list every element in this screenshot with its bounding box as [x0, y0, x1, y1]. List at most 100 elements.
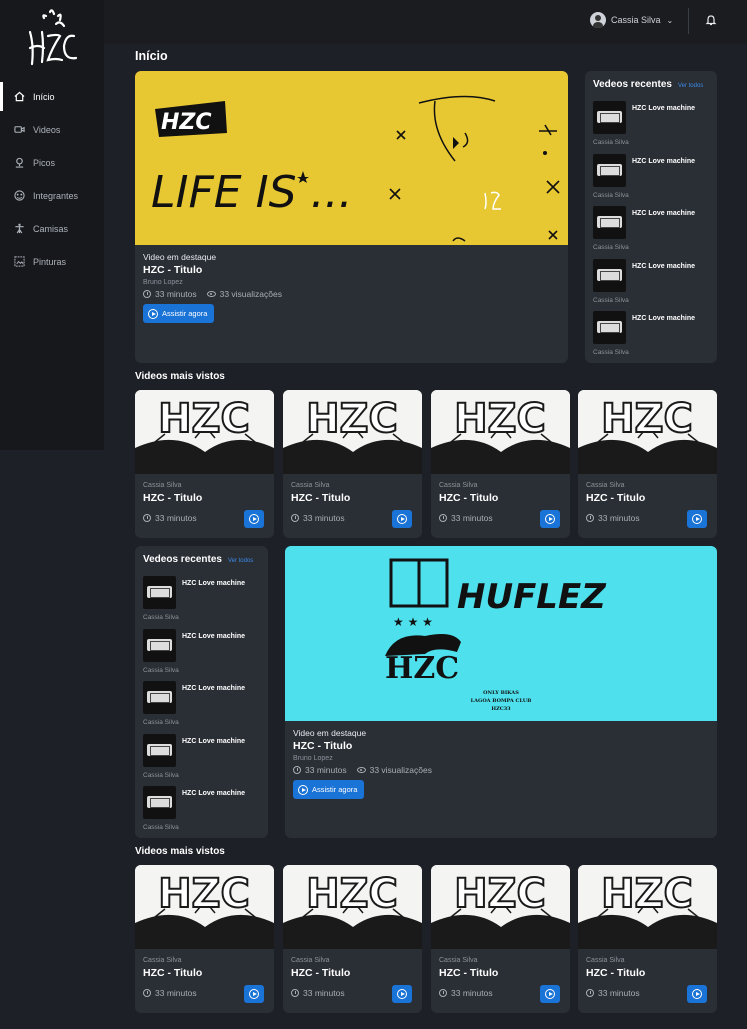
eye-icon — [356, 767, 366, 773]
clock-icon — [439, 989, 447, 997]
image-caption: ONLY BIKAS — [483, 690, 519, 696]
video-card[interactable]: HZC Cassia Silva HZC - Titulo 33 minutos — [431, 390, 570, 538]
video-thumbnail[interactable] — [593, 154, 626, 187]
nav-label: Picos — [33, 157, 56, 168]
video-thumbnail[interactable]: HZC — [431, 865, 570, 949]
video-thumbnail[interactable] — [143, 629, 176, 662]
video-thumbnail[interactable]: HZC — [578, 865, 717, 949]
recent-video-item[interactable]: HZC Love machine Cassia Silva — [593, 154, 713, 206]
recent-video-item[interactable]: HZC Love machine Cassia Silva — [593, 206, 713, 258]
play-button[interactable] — [244, 985, 264, 1003]
users-icon — [14, 190, 25, 201]
recent-video-item[interactable]: HZC Love machine Cassia Silva — [593, 101, 713, 153]
nav-item-picos[interactable]: Picos — [0, 146, 104, 179]
recent-video-item[interactable]: HZC Love machine Cassia Silva — [593, 311, 713, 363]
play-icon — [545, 514, 555, 524]
video-thumbnail[interactable]: HZC — [135, 390, 274, 474]
video-title[interactable]: HZC - Titulo — [586, 492, 645, 504]
chevron-down-icon: ⌄ — [666, 15, 674, 25]
nav-item-camisas[interactable]: Camisas — [0, 212, 104, 245]
clock-icon — [586, 989, 594, 997]
video-card[interactable]: HZC Cassia Silva HZC - Titulo 33 minutos — [578, 865, 717, 1013]
recent-video-item[interactable]: HZC Love machine Cassia Silva — [143, 786, 263, 838]
duration: 33 minutos — [598, 513, 640, 523]
video-thumbnail[interactable] — [143, 681, 176, 714]
featured-author: Bruno Lopez — [143, 279, 183, 286]
video-card[interactable]: HZC Cassia Silva HZC - Titulo 33 minutos — [283, 865, 422, 1013]
recent-video-item[interactable]: HZC Love machine Cassia Silva — [143, 629, 263, 681]
featured-video-thumbnail[interactable]: HUFLEZ ★ ★ ★ HZC ONLY BIKAS LAGOA BOMPA … — [285, 546, 717, 721]
thumbnail-text: HZC — [601, 871, 693, 917]
nav-item-inicio[interactable]: Início — [0, 80, 104, 113]
video-title[interactable]: HZC - Titulo — [439, 492, 498, 504]
recent-video-item[interactable]: HZC Love machine Cassia Silva — [593, 259, 713, 311]
video-thumbnail[interactable] — [593, 259, 626, 292]
video-title[interactable]: HZC - Titulo — [439, 967, 498, 979]
recent-video-title: HZC Love machine — [182, 790, 246, 797]
video-thumbnail[interactable] — [143, 734, 176, 767]
duration: 33 minutos — [155, 513, 197, 523]
video-card[interactable]: HZC Cassia Silva HZC - Titulo 33 minutos — [135, 865, 274, 1013]
play-button[interactable] — [540, 985, 560, 1003]
thumbnail-text: HZC — [306, 396, 398, 442]
video-title[interactable]: HZC - Titulo — [291, 492, 350, 504]
video-meta: 33 minutos — [439, 988, 493, 998]
video-thumbnail[interactable]: HZC — [283, 865, 422, 949]
featured-title[interactable]: HZC - Titulo — [293, 740, 432, 752]
clock-icon — [143, 989, 151, 997]
watch-now-button[interactable]: Assistir agora — [143, 304, 215, 323]
video-thumbnail[interactable]: HZC — [431, 390, 570, 474]
play-button[interactable] — [540, 510, 560, 528]
video-card[interactable]: HZC Cassia Silva HZC - Titulo 33 minutos — [283, 390, 422, 538]
featured-title[interactable]: HZC - Titulo — [143, 264, 282, 276]
play-button[interactable] — [687, 985, 707, 1003]
video-card[interactable]: HZC Cassia Silva HZC - Titulo 33 minutos — [578, 390, 717, 538]
video-thumbnail[interactable]: HZC — [135, 865, 274, 949]
video-thumbnail[interactable] — [593, 311, 626, 344]
play-button[interactable] — [392, 985, 412, 1003]
see-all-link[interactable]: Ver todos — [678, 83, 703, 89]
nav-item-pinturas[interactable]: Pinturas — [0, 245, 104, 278]
video-thumbnail[interactable]: HZC — [578, 390, 717, 474]
nav-item-videos[interactable]: Videos — [0, 113, 104, 146]
featured-video-thumbnail[interactable]: HZC LIFE IS ... — [135, 71, 568, 245]
recent-videos-title: Vedeos recentes — [143, 554, 222, 565]
featured-kicker: Video em destaque — [143, 252, 217, 262]
bell-icon[interactable] — [705, 14, 717, 26]
see-all-link[interactable]: Ver todos — [228, 558, 253, 564]
video-title[interactable]: HZC - Titulo — [143, 492, 202, 504]
video-title[interactable]: HZC - Titulo — [143, 967, 202, 979]
hzc-logo[interactable] — [22, 6, 84, 72]
user-menu[interactable]: Cassia Silva ⌄ — [590, 12, 673, 28]
play-button[interactable] — [687, 510, 707, 528]
play-button[interactable] — [244, 510, 264, 528]
watch-now-button[interactable]: Assistir agora — [293, 780, 365, 799]
image-icon — [14, 256, 25, 267]
play-icon — [692, 514, 702, 524]
video-thumbnail[interactable] — [593, 101, 626, 134]
video-thumbnail[interactable]: HZC — [283, 390, 422, 474]
recent-video-item[interactable]: HZC Love machine Cassia Silva — [143, 576, 263, 628]
avatar — [590, 12, 606, 28]
video-card[interactable]: HZC Cassia Silva HZC - Titulo 33 minutos — [135, 390, 274, 538]
recent-video-title: HZC Love machine — [632, 210, 696, 217]
recent-video-item[interactable]: HZC Love machine Cassia Silva — [143, 681, 263, 733]
play-icon — [148, 308, 158, 319]
video-thumbnail[interactable] — [143, 576, 176, 609]
views: 33 visualizações — [369, 765, 432, 775]
video-meta: 33 minutos — [439, 513, 493, 523]
duration: 33 minutos — [303, 988, 345, 998]
play-button[interactable] — [392, 510, 412, 528]
nav-item-integrantes[interactable]: Integrantes — [0, 179, 104, 212]
recent-video-item[interactable]: HZC Love machine Cassia Silva — [143, 734, 263, 786]
video-author: Cassia Silva — [586, 482, 625, 489]
video-thumbnail[interactable] — [593, 206, 626, 239]
map-pin-icon — [14, 157, 25, 168]
video-card[interactable]: HZC Cassia Silva HZC - Titulo 33 minutos — [431, 865, 570, 1013]
video-title[interactable]: HZC - Titulo — [291, 967, 350, 979]
user-name: Cassia Silva — [611, 15, 661, 25]
recent-video-author: Cassia Silva — [143, 719, 179, 726]
video-meta: 33 minutos — [291, 988, 345, 998]
video-thumbnail[interactable] — [143, 786, 176, 819]
video-title[interactable]: HZC - Titulo — [586, 967, 645, 979]
